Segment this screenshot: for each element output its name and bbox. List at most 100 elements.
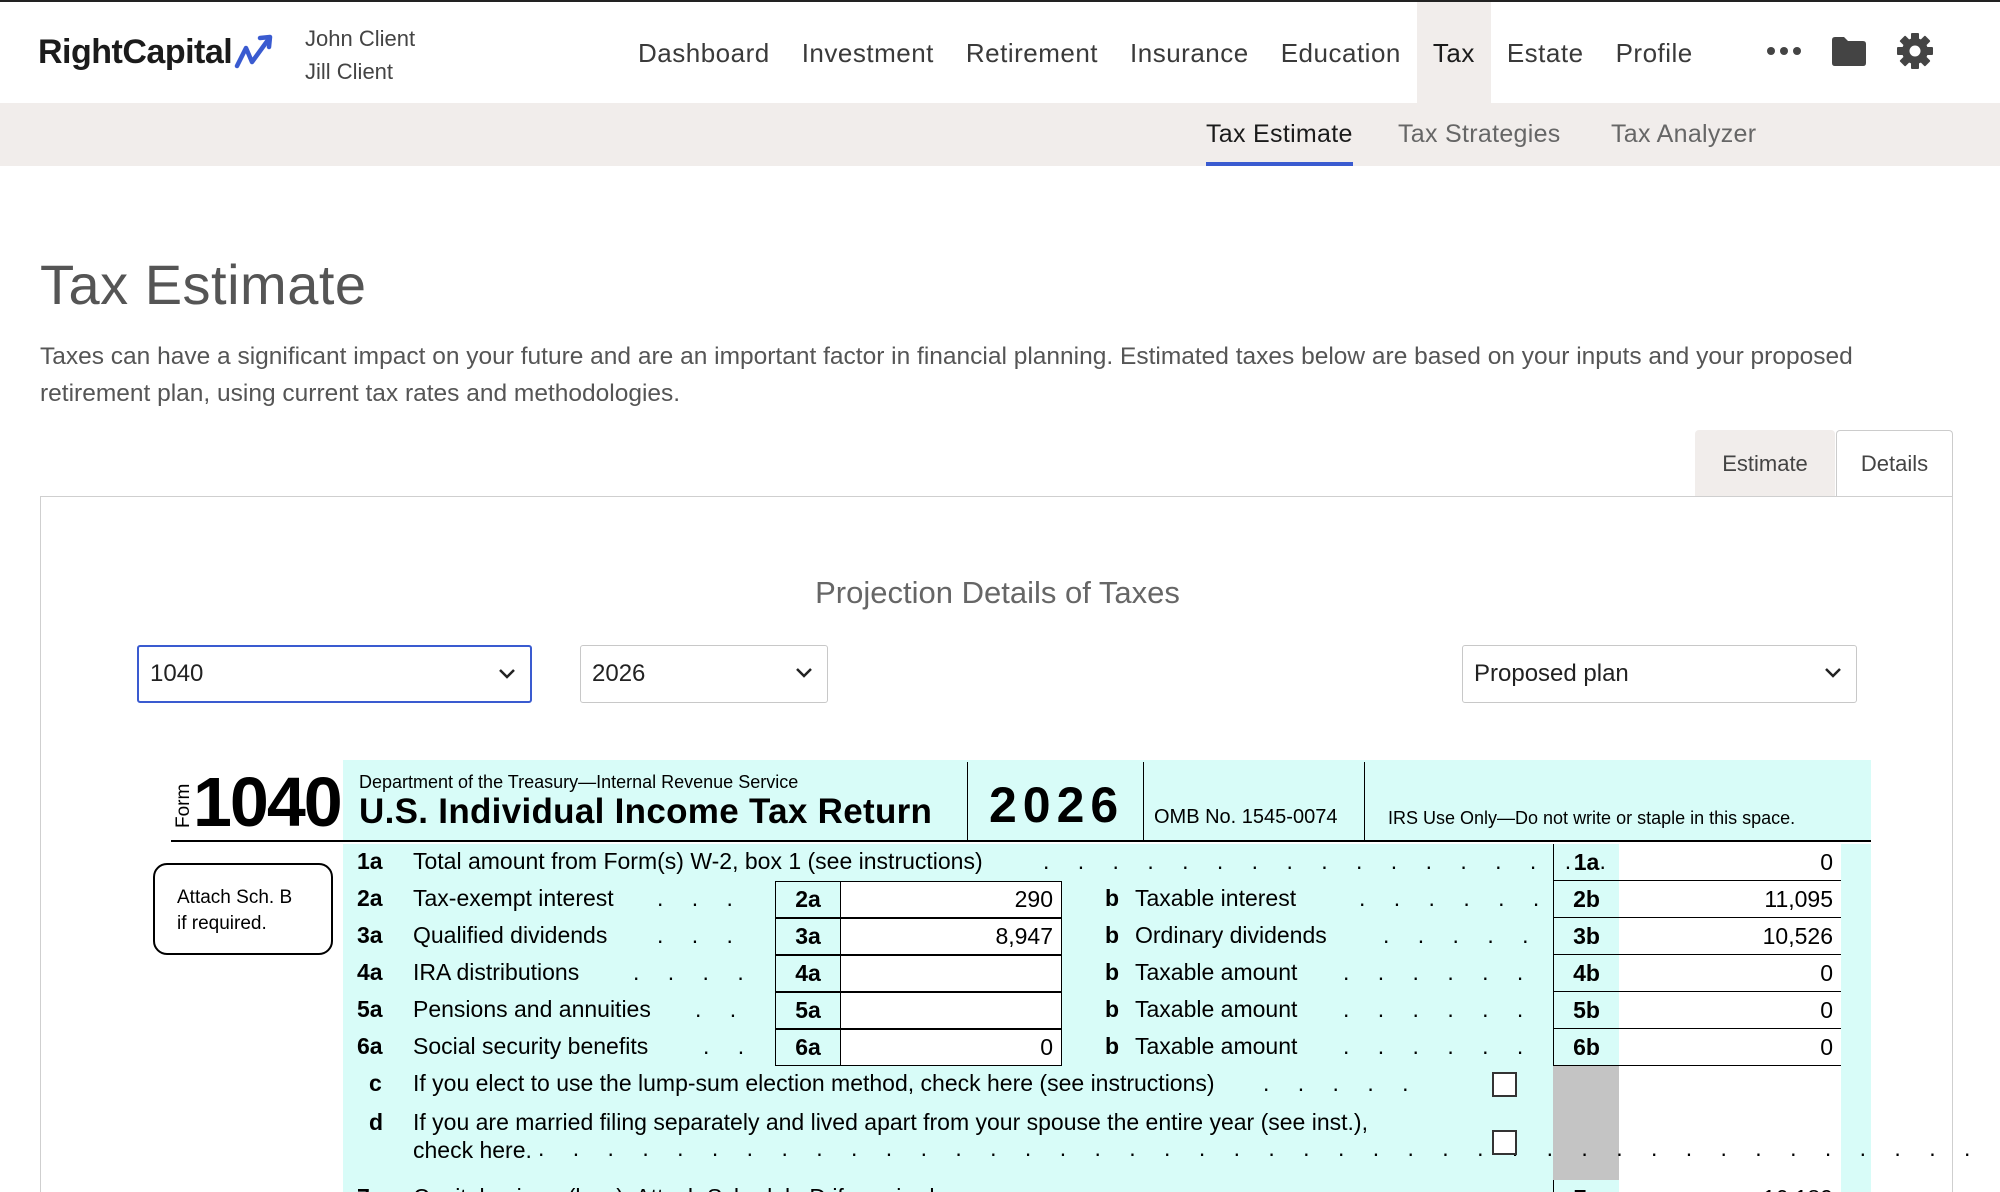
nav-investment[interactable]: Investment: [786, 2, 950, 105]
page-title: Tax Estimate: [40, 253, 367, 316]
line-b-text: Taxable amount: [1135, 996, 1298, 1022]
line-text: Total amount from Form(s) W-2, box 1 (se…: [413, 848, 983, 874]
leader-dots: . . . . . . . . . . . . . . . . . . . . …: [538, 1135, 2000, 1161]
client-name-secondary: Jill Client: [305, 59, 394, 84]
subtab-tax-analyzer[interactable]: Tax Analyzer: [1611, 103, 1756, 166]
line-label: 6a: [357, 1033, 383, 1059]
header-rule: [171, 840, 1871, 842]
line-2: 2a Tax-exempt interest . . . 2a 290 b Ta…: [343, 881, 1871, 918]
logo-arrow-icon: [234, 34, 273, 69]
line-b-text: Taxable amount: [1135, 1033, 1298, 1059]
line-box-label: 2b: [1553, 881, 1619, 918]
line-box-label: 6b: [1553, 1029, 1619, 1066]
line-1a-value: 0: [1619, 844, 1841, 881]
line-box-label: 3b: [1553, 918, 1619, 955]
line-5b-value: 0: [1619, 992, 1841, 1029]
leader-dots: . . . .: [633, 959, 755, 985]
nav-tax[interactable]: Tax: [1416, 2, 1491, 105]
blank-value-column: [1619, 1066, 1841, 1180]
line-4b-value: 0: [1619, 955, 1841, 992]
line-box-label: 7a: [1553, 1180, 1619, 1192]
line-7a-value: 16,189: [1619, 1180, 1841, 1192]
nav-dashboard[interactable]: Dashboard: [622, 2, 786, 105]
nav-retirement[interactable]: Retirement: [950, 2, 1114, 105]
nav-estate[interactable]: Estate: [1491, 2, 1600, 105]
form-number: 1040: [193, 763, 343, 841]
leader-dots: . . . . .: [1263, 1070, 1420, 1096]
leader-dots: . . . . .: [1383, 922, 1540, 948]
year-select[interactable]: 2026: [580, 645, 828, 703]
line-3: 3a Qualified dividends . . . 3a 8,947 b …: [343, 918, 1871, 955]
tab-details[interactable]: Details: [1836, 430, 1953, 497]
leader-dots: . . .: [657, 885, 744, 911]
nav-icon-group: [1766, 32, 1962, 70]
leader-dots: . . . . . .: [1359, 885, 1551, 911]
form-title: U.S. Individual Income Tax Return: [359, 792, 933, 831]
line-text: If you are married filing separately and…: [413, 1109, 1368, 1135]
line-b-label: b: [1105, 885, 1120, 911]
chevron-down-icon: [499, 669, 515, 679]
leader-dots: . . . . . .: [1343, 996, 1535, 1022]
line-2b-value: 11,095: [1619, 881, 1841, 918]
line-text: If you elect to use the lump-sum electio…: [413, 1070, 1215, 1096]
line-label: 7a: [357, 1184, 397, 1192]
line-b-label: b: [1105, 996, 1120, 1022]
rightcapital-logo[interactable]: RightCapital: [38, 32, 278, 72]
line-3a-value: 8,947: [840, 918, 1062, 955]
line-6: 6a Social security benefits . . 6a 0 b T…: [343, 1029, 1871, 1066]
main-nav: Dashboard Investment Retirement Insuranc…: [622, 2, 1709, 105]
line-box-label: 1a: [1553, 844, 1619, 881]
nav-education[interactable]: Education: [1265, 2, 1417, 105]
line-box-label: 6a: [775, 1029, 841, 1066]
gear-icon[interactable]: [1896, 32, 1934, 70]
line-text: IRA distributions: [413, 959, 580, 985]
line-box-label: 4b: [1553, 955, 1619, 992]
projection-title: Projection Details of Taxes: [815, 575, 1180, 610]
logo-text: RightCapital: [38, 32, 233, 71]
form-1040: Form 1040 Department of the Treasury—Int…: [153, 760, 2000, 1192]
line-text: Pensions and annuities: [413, 996, 651, 1022]
subtab-tax-strategies[interactable]: Tax Strategies: [1398, 103, 1561, 166]
line-2a-value: 290: [840, 881, 1062, 918]
folder-icon[interactable]: [1830, 35, 1868, 67]
year-select-value: 2026: [592, 660, 646, 687]
line-box-label: 5a: [775, 992, 841, 1029]
nav-profile[interactable]: Profile: [1600, 2, 1709, 105]
tab-estimate[interactable]: Estimate: [1695, 430, 1835, 497]
irs-use-only: IRS Use Only—Do not write or staple in t…: [1388, 808, 1796, 828]
ellipsis-icon[interactable]: [1766, 45, 1802, 57]
line-box-label: 5b: [1553, 992, 1619, 1029]
chevron-down-icon: [1825, 668, 1841, 678]
leader-dots: . . . . . .: [1343, 1033, 1535, 1059]
line-label: 1a: [357, 848, 383, 874]
line-box-label: 3a: [775, 918, 841, 955]
line-b-text: Ordinary dividends: [1135, 922, 1327, 948]
leader-dots: . . . . . .: [1343, 959, 1535, 985]
client-name-primary: John Client: [305, 26, 416, 51]
line-4a-value: [840, 955, 1062, 992]
lump-sum-checkbox[interactable]: [1492, 1072, 1517, 1097]
attach-schedule-b-note: Attach Sch. B if required.: [153, 863, 333, 955]
form-select[interactable]: 1040: [137, 645, 532, 703]
subtab-tax-estimate[interactable]: Tax Estimate: [1206, 103, 1353, 166]
line-6a-value: 0: [840, 1029, 1062, 1066]
leader-dots: . .: [695, 996, 748, 1022]
page-description: Taxes can have a significant impact on y…: [40, 343, 1853, 407]
line-label: c: [369, 1070, 382, 1096]
married-filing-separately-checkbox[interactable]: [1492, 1130, 1517, 1155]
client-names[interactable]: John Client Jill Client: [305, 22, 415, 88]
plan-select[interactable]: Proposed plan: [1462, 645, 1857, 703]
line-label: 4a: [357, 959, 383, 985]
nav-insurance[interactable]: Insurance: [1114, 2, 1265, 105]
line-box-label: 2a: [775, 881, 841, 918]
line-text: Tax-exempt interest: [413, 885, 614, 911]
attach-note-line: if required.: [177, 913, 267, 934]
header-divider: [1364, 762, 1365, 840]
shaded-box-column: [1553, 1066, 1619, 1180]
plan-select-value: Proposed plan: [1474, 660, 1629, 687]
line-text: Qualified dividends: [413, 922, 608, 948]
leader-dots: . .: [703, 1033, 756, 1059]
line-6b-value: 0: [1619, 1029, 1841, 1066]
line-label: 3a: [357, 922, 383, 948]
header-divider: [967, 762, 968, 840]
